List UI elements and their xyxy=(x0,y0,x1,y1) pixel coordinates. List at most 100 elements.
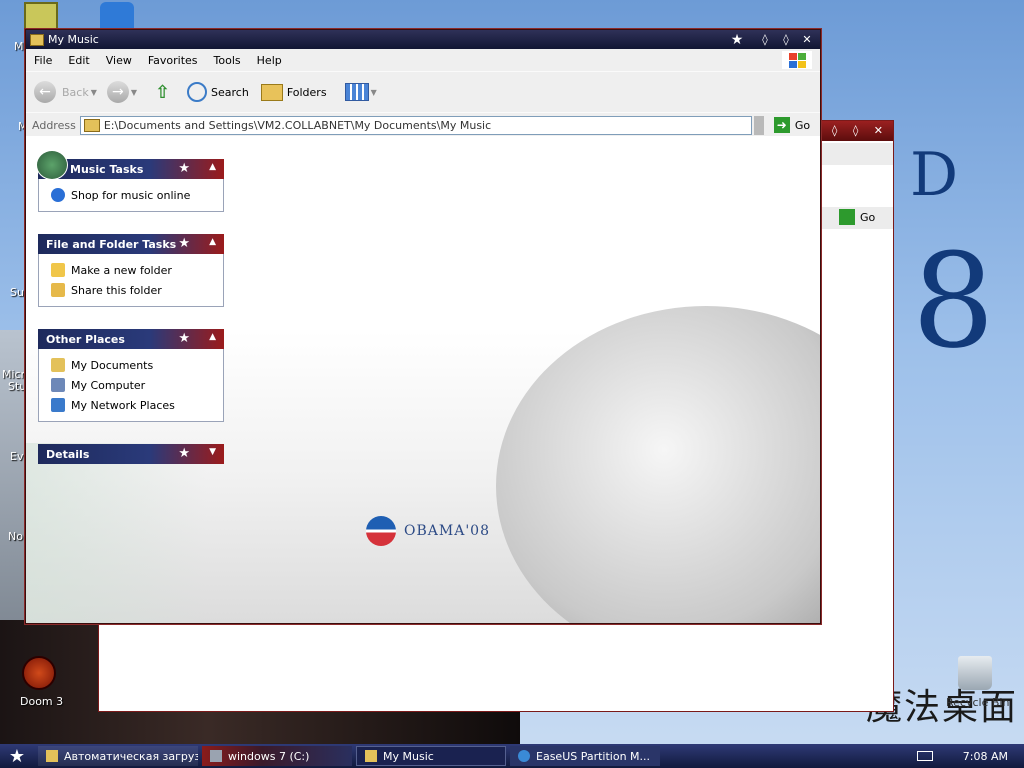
easeus-icon xyxy=(518,750,530,762)
minimize-button[interactable]: ◊ xyxy=(757,32,773,48)
recycle-bin-icon[interactable] xyxy=(958,656,992,690)
taskbar-item[interactable]: EaseUS Partition M... xyxy=(510,746,660,766)
search-button[interactable]: Search xyxy=(187,82,249,102)
taskbar-item-active[interactable]: My Music xyxy=(356,746,506,766)
explorer-window[interactable]: My Music ★ ◊ ◊ ✕ File Edit View Favorite… xyxy=(25,29,821,624)
folder-icon xyxy=(83,118,100,132)
computer-icon xyxy=(51,378,65,392)
taskbar-item[interactable]: Автоматическая загрузка xyxy=(38,746,198,766)
taskbar-label: Автоматическая загрузка xyxy=(64,749,198,763)
window-title: My Music xyxy=(48,33,99,46)
close-button[interactable]: ✕ xyxy=(799,32,815,48)
start-button[interactable]: ★ xyxy=(0,744,34,768)
menu-favorites[interactable]: Favorites xyxy=(140,54,206,67)
menu-help[interactable]: Help xyxy=(249,54,290,67)
views-dropdown-icon[interactable]: ▼ xyxy=(371,88,377,97)
doom-label[interactable]: Doom 3 xyxy=(20,695,63,708)
taskbar-item[interactable]: windows 7 (C:) xyxy=(202,746,352,766)
back-label[interactable]: Back xyxy=(62,86,89,99)
address-field[interactable]: E:\Documents and Settings\VM2.COLLABNET\… xyxy=(79,115,752,135)
window-titlebar[interactable]: My Music ★ ◊ ◊ ✕ xyxy=(26,30,820,49)
folder-icon xyxy=(30,33,44,46)
task-label[interactable]: Make a new folder xyxy=(71,264,172,277)
menu-tools[interactable]: Tools xyxy=(206,54,249,67)
folders-icon xyxy=(260,83,283,101)
drive-icon xyxy=(210,750,222,762)
stars-decoration: ★ xyxy=(178,446,198,461)
forward-dropdown-icon[interactable]: ▼ xyxy=(131,88,137,97)
task-label[interactable]: Shop for music online xyxy=(71,189,190,202)
folders-label: Folders xyxy=(286,85,327,99)
collapse-icon[interactable]: ▲ xyxy=(209,162,216,172)
panel-title: Details xyxy=(46,447,90,461)
place-label[interactable]: My Computer xyxy=(71,379,145,392)
task-share-folder[interactable]: Share this folder xyxy=(51,280,215,300)
address-label: Address xyxy=(32,118,76,132)
menu-edit[interactable]: Edit xyxy=(60,54,97,67)
desktop-partial-label[interactable]: Stu xyxy=(8,380,26,393)
panel-file-folder-tasks: File and Folder Tasks ★ ▲ Make a new fol… xyxy=(38,234,224,307)
desktop-partial-label[interactable]: M xyxy=(14,40,24,53)
panel-title: Music Tasks xyxy=(70,162,144,176)
place-my-documents[interactable]: My Documents xyxy=(51,355,215,375)
menu-view[interactable]: View xyxy=(98,54,140,67)
back-arrow-icon[interactable]: ← xyxy=(34,81,56,103)
panel-header[interactable]: Music Tasks ★ ▲ xyxy=(36,150,224,180)
up-folder-icon[interactable]: ⇧ xyxy=(155,82,175,103)
stars-decoration: ★ xyxy=(178,236,198,251)
background-brand: OBAMA'08 xyxy=(366,516,490,546)
brand-text: OBAMA'08 xyxy=(404,523,490,539)
panel-header[interactable]: Details ★ ▼ xyxy=(38,444,224,464)
star-icon[interactable]: ★ xyxy=(729,32,745,48)
task-label[interactable]: Share this folder xyxy=(71,284,162,297)
background-menubar-strip xyxy=(819,143,893,165)
music-icon xyxy=(36,150,68,180)
windows-logo-icon xyxy=(782,51,812,69)
folders-button[interactable]: Folders xyxy=(260,83,327,101)
views-icon[interactable] xyxy=(344,83,369,101)
doom-icon[interactable] xyxy=(22,656,56,690)
panel-details: Details ★ ▼ xyxy=(38,444,224,464)
place-network[interactable]: My Network Places xyxy=(51,395,215,415)
wallpaper-letter: D xyxy=(910,140,959,210)
go-label: Go xyxy=(794,118,811,132)
expand-icon[interactable]: ▼ xyxy=(209,447,216,457)
obama-logo-icon xyxy=(366,516,396,546)
menu-file[interactable]: File xyxy=(26,54,60,67)
go-label[interactable]: Go xyxy=(860,211,875,224)
desktop-partial-label[interactable]: Ev xyxy=(10,450,23,463)
address-bar: Address E:\Documents and Settings\VM2.CO… xyxy=(26,112,820,137)
search-icon xyxy=(187,82,208,102)
forward-arrow-icon[interactable]: → xyxy=(106,81,129,103)
place-my-computer[interactable]: My Computer xyxy=(51,375,215,395)
panel-body: Shop for music online xyxy=(38,179,224,212)
address-dropdown-button[interactable] xyxy=(753,115,764,135)
stars-decoration: ★ xyxy=(178,331,198,346)
back-dropdown-icon[interactable]: ▼ xyxy=(91,88,97,97)
background-decoration xyxy=(26,443,206,623)
collapse-icon[interactable]: ▲ xyxy=(209,237,216,247)
go-arrow-icon[interactable] xyxy=(839,209,855,225)
background-globe-image xyxy=(496,306,820,623)
place-label[interactable]: My Network Places xyxy=(71,399,175,412)
go-button[interactable]: ➜ Go xyxy=(773,117,811,133)
task-make-folder[interactable]: Make a new folder xyxy=(51,260,215,280)
network-icon xyxy=(51,398,65,412)
maximize-button[interactable]: ◊ xyxy=(778,32,794,48)
keyboard-icon[interactable] xyxy=(916,751,933,761)
desktop-partial-label[interactable]: Su xyxy=(10,286,24,299)
address-value[interactable]: E:\Documents and Settings\VM2.COLLABNET\… xyxy=(104,119,491,132)
panel-header[interactable]: Other Places ★ ▲ xyxy=(38,329,224,349)
go-arrow-icon: ➜ xyxy=(773,117,790,133)
folder-content[interactable]: OBAMA'08 Music Tasks ★ ▲ Shop for music … xyxy=(26,136,820,623)
panel-title: Other Places xyxy=(46,332,125,346)
mail-icon xyxy=(46,750,58,762)
panel-header[interactable]: File and Folder Tasks ★ ▲ xyxy=(38,234,224,254)
clock[interactable]: 7:08 AM xyxy=(963,750,1008,763)
collapse-icon[interactable]: ▲ xyxy=(209,332,216,342)
desktop-partial-label[interactable]: No xyxy=(8,530,23,543)
place-label[interactable]: My Documents xyxy=(71,359,153,372)
task-shop-music[interactable]: Shop for music online xyxy=(51,185,215,205)
recycle-bin-label[interactable]: Recycle Bin xyxy=(946,696,1009,709)
taskbar: ★ Автоматическая загрузка windows 7 (C:)… xyxy=(0,744,1024,768)
